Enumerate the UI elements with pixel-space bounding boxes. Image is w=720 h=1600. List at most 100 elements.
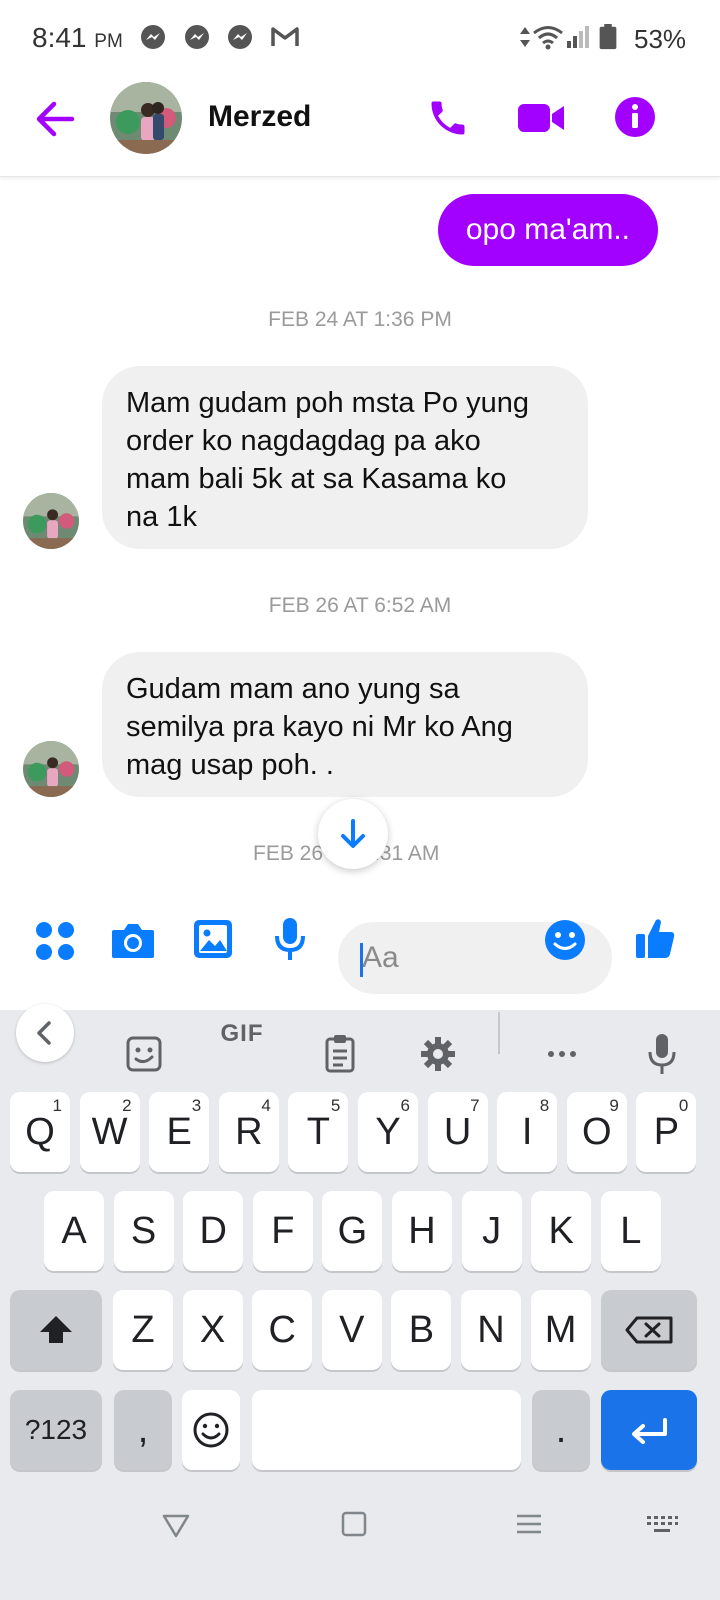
microphone-icon[interactable] — [274, 916, 306, 962]
key-label: J — [482, 1210, 502, 1252]
nav-recents-icon[interactable] — [514, 1510, 544, 1538]
message-line: na 1k — [126, 501, 197, 533]
key-t[interactable]: T5 — [288, 1092, 349, 1172]
key-c[interactable]: C — [252, 1290, 313, 1370]
key-label: Y — [375, 1111, 401, 1153]
key-label: M — [544, 1309, 577, 1351]
key-label: D — [199, 1210, 227, 1252]
key-m[interactable]: M — [530, 1290, 591, 1370]
nav-back-icon[interactable] — [160, 1508, 192, 1540]
backspace-key[interactable] — [601, 1290, 697, 1370]
emoji-key[interactable] — [182, 1390, 240, 1470]
key-label: R — [235, 1111, 263, 1153]
gallery-icon[interactable] — [192, 918, 234, 960]
backspace-icon — [625, 1316, 673, 1344]
key-number-hint: 9 — [609, 1096, 619, 1115]
incoming-message[interactable]: Gudam mam ano yung sa semilya pra kayo n… — [102, 652, 588, 797]
symbols-key[interactable]: ?123 — [10, 1390, 102, 1470]
key-k[interactable]: K — [531, 1191, 592, 1271]
message-line: mag usap poh. . — [126, 749, 334, 781]
key-r[interactable]: R4 — [218, 1092, 279, 1172]
key-g[interactable]: G — [322, 1191, 383, 1271]
thumbs-up-icon[interactable] — [634, 916, 676, 960]
message-line: order ko nagdagdag pa ako — [126, 425, 481, 457]
key-d[interactable]: D — [183, 1191, 244, 1271]
key-label: I — [521, 1111, 533, 1153]
key-number-hint: 4 — [261, 1096, 271, 1115]
back-arrow-icon[interactable] — [34, 98, 76, 140]
key-b[interactable]: B — [391, 1290, 452, 1370]
key-a[interactable]: A — [44, 1191, 104, 1271]
sticker-icon[interactable] — [114, 1024, 174, 1084]
voice-input-icon[interactable] — [632, 1024, 692, 1084]
settings-gear-icon[interactable] — [408, 1024, 468, 1084]
key-q[interactable]: Q1 — [10, 1092, 70, 1172]
keyboard-switch-icon[interactable] — [644, 1510, 680, 1538]
key-s[interactable]: S — [113, 1191, 174, 1271]
message-timestamp: FEB 26 AT 6:52 AM — [268, 594, 452, 617]
key-label: T — [306, 1111, 330, 1153]
video-call-icon[interactable] — [516, 100, 566, 136]
period-key[interactable]: . — [532, 1390, 590, 1470]
key-label: V — [339, 1309, 365, 1351]
text-caret — [360, 943, 363, 977]
key-u[interactable]: U7 — [427, 1092, 488, 1172]
key-label: O — [582, 1111, 612, 1153]
key-v[interactable]: V — [321, 1290, 382, 1370]
key-j[interactable]: J — [461, 1191, 522, 1271]
enter-key[interactable] — [601, 1390, 697, 1470]
incoming-message[interactable]: Mam gudam poh msta Po yung order ko nagd… — [102, 366, 588, 549]
key-number-hint: 3 — [191, 1096, 202, 1115]
key-l[interactable]: L — [600, 1191, 661, 1271]
key-number-hint: 6 — [400, 1096, 410, 1115]
key-number-hint: 8 — [539, 1096, 550, 1115]
key-i[interactable]: I8 — [497, 1092, 558, 1172]
key-label: L — [620, 1210, 642, 1252]
key-y[interactable]: Y6 — [358, 1092, 418, 1172]
battery-icon — [599, 24, 617, 50]
outgoing-message[interactable]: opo ma'am.. — [437, 194, 658, 266]
key-x[interactable]: X — [182, 1290, 243, 1370]
key-label: S — [130, 1210, 157, 1252]
space-key[interactable] — [252, 1390, 521, 1470]
conversation-header — [0, 80, 720, 177]
data-arrows-icon — [520, 27, 530, 47]
key-e[interactable]: E3 — [149, 1092, 210, 1172]
nav-home-icon[interactable] — [340, 1510, 368, 1538]
info-icon[interactable] — [614, 96, 656, 138]
key-label: A — [61, 1210, 87, 1252]
enter-arrow-icon — [632, 1418, 667, 1444]
contact-avatar-small — [23, 741, 79, 797]
more-actions-icon[interactable] — [34, 920, 76, 962]
contact-avatar[interactable] — [110, 82, 182, 154]
keyboard-collapse-button[interactable] — [16, 1004, 74, 1062]
key-n[interactable]: N — [461, 1290, 521, 1370]
key-label: P — [653, 1111, 680, 1153]
emoji-icon[interactable] — [544, 919, 586, 961]
phone-call-icon[interactable] — [426, 96, 470, 140]
battery-percent: 53% — [634, 24, 687, 54]
more-options-icon[interactable] — [532, 1024, 592, 1084]
key-h[interactable]: H — [392, 1191, 452, 1271]
clipboard-icon[interactable] — [310, 1024, 370, 1084]
shift-key[interactable] — [10, 1290, 102, 1370]
key-f[interactable]: F — [252, 1191, 313, 1271]
camera-icon[interactable] — [110, 920, 156, 960]
key-z[interactable]: Z — [113, 1290, 173, 1370]
key-number-hint: 1 — [52, 1096, 62, 1115]
contact-name[interactable]: Merzed — [208, 100, 311, 134]
message-timestamp: FEB 24 AT 1:36 PM — [268, 308, 452, 331]
key-p[interactable]: P0 — [636, 1092, 697, 1172]
key-number-hint: 7 — [470, 1096, 480, 1115]
gmail-icon — [271, 27, 299, 46]
shift-icon — [40, 1316, 72, 1343]
messenger-icon — [185, 25, 209, 49]
message-line: Mam gudam poh msta Po yung — [126, 387, 529, 419]
key-w[interactable]: W2 — [79, 1092, 140, 1172]
message-line: semilya pra kayo ni Mr ko Ang — [126, 711, 513, 743]
comma-key[interactable]: , — [114, 1390, 172, 1470]
gif-button[interactable]: GIF — [212, 1018, 272, 1050]
key-o[interactable]: O9 — [566, 1092, 627, 1172]
arrow-down-icon — [341, 819, 365, 848]
scroll-to-bottom-button[interactable] — [318, 799, 388, 869]
